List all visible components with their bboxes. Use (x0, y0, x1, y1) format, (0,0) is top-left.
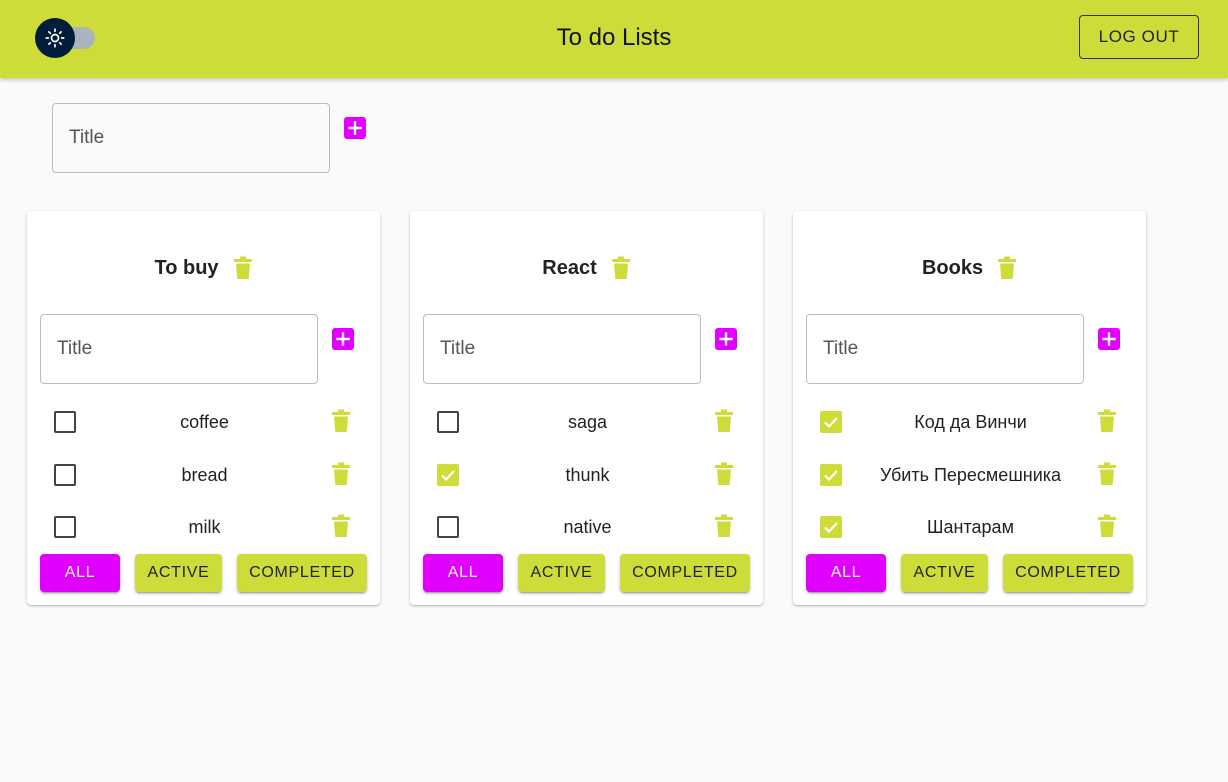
new-task-title-input[interactable] (41, 315, 317, 383)
delete-task-trash-icon[interactable] (714, 462, 734, 491)
delete-task-trash-icon[interactable] (1097, 514, 1117, 543)
card-header: Books (793, 253, 1146, 283)
plus-icon (348, 121, 362, 135)
task-label[interactable]: Убить Пересмешника (863, 465, 1078, 486)
task-row: native (410, 507, 763, 547)
task-row: saga (410, 402, 763, 442)
todo-list-card: Books Код да Винчи Убить Пересмешника Шанта… (793, 211, 1146, 605)
filter-bar: ALL ACTIVE COMPLETED (40, 554, 370, 592)
new-task-title-field[interactable] (806, 314, 1084, 384)
task-row: bread (27, 455, 380, 495)
task-label[interactable]: milk (97, 517, 312, 538)
todo-list-card: React saga thunk native ALL ACTIVE COMPLETED (410, 211, 763, 605)
task-row: Убить Пересмешника (793, 455, 1146, 495)
filter-completed-button[interactable]: COMPLETED (1003, 554, 1133, 592)
filter-completed-button[interactable]: COMPLETED (620, 554, 750, 592)
task-row: Шантарам (793, 507, 1146, 547)
delete-list-trash-icon[interactable] (611, 256, 631, 280)
task-checkbox[interactable] (820, 464, 842, 486)
list-title[interactable]: Books (922, 257, 983, 280)
delete-task-trash-icon[interactable] (331, 462, 351, 491)
card-header: React (410, 253, 763, 283)
filter-completed-button[interactable]: COMPLETED (237, 554, 367, 592)
task-checkbox[interactable] (54, 411, 76, 433)
page-title: To do Lists (556, 24, 672, 51)
task-checkbox[interactable] (437, 464, 459, 486)
app-bar: To do Lists LOG OUT (0, 0, 1228, 78)
task-row: thunk (410, 455, 763, 495)
checkmark-icon (824, 470, 838, 482)
checkmark-icon (441, 470, 455, 482)
plus-icon (336, 332, 350, 346)
task-label[interactable]: Шантарам (863, 517, 1078, 538)
task-row: coffee (27, 402, 380, 442)
task-checkbox[interactable] (54, 464, 76, 486)
add-list-button[interactable] (344, 117, 366, 139)
task-label[interactable]: thunk (480, 465, 695, 486)
filter-all-button[interactable]: ALL (40, 554, 120, 592)
delete-task-trash-icon[interactable] (331, 514, 351, 543)
new-list-title-input[interactable] (53, 104, 329, 172)
filter-all-button[interactable]: ALL (423, 554, 503, 592)
delete-task-trash-icon[interactable] (714, 409, 734, 438)
task-row: milk (27, 507, 380, 547)
new-task-title-field[interactable] (423, 314, 701, 384)
logout-button[interactable]: LOG OUT (1079, 15, 1199, 59)
filter-active-button[interactable]: ACTIVE (135, 554, 222, 592)
delete-list-trash-icon[interactable] (233, 256, 253, 280)
delete-task-trash-icon[interactable] (1097, 462, 1117, 491)
filter-bar: ALL ACTIVE COMPLETED (423, 554, 753, 592)
plus-icon (1102, 332, 1116, 346)
list-title[interactable]: To buy (154, 257, 218, 280)
task-row: Код да Винчи (793, 402, 1146, 442)
new-task-title-input[interactable] (424, 315, 700, 383)
delete-list-trash-icon[interactable] (997, 256, 1017, 280)
new-task-title-field[interactable] (40, 314, 318, 384)
new-task-title-input[interactable] (807, 315, 1083, 383)
filter-all-button[interactable]: ALL (806, 554, 886, 592)
add-task-button[interactable] (715, 328, 737, 350)
task-label[interactable]: saga (480, 412, 695, 433)
task-label[interactable]: bread (97, 465, 312, 486)
add-task-button[interactable] (332, 328, 354, 350)
delete-task-trash-icon[interactable] (331, 409, 351, 438)
task-checkbox[interactable] (820, 411, 842, 433)
filter-bar: ALL ACTIVE COMPLETED (806, 554, 1136, 592)
task-checkbox[interactable] (820, 516, 842, 538)
checkmark-icon (824, 417, 838, 429)
task-label[interactable]: Код да Винчи (863, 412, 1078, 433)
list-title[interactable]: React (542, 257, 596, 280)
card-header: To buy (27, 253, 380, 283)
plus-icon (719, 332, 733, 346)
add-task-button[interactable] (1098, 328, 1120, 350)
delete-task-trash-icon[interactable] (714, 514, 734, 543)
filter-active-button[interactable]: ACTIVE (518, 554, 605, 592)
delete-task-trash-icon[interactable] (1097, 409, 1117, 438)
checkmark-icon (824, 522, 838, 534)
todo-list-card: To buy coffee bread milk ALL ACTIVE COMPLETED (27, 211, 380, 605)
task-checkbox[interactable] (437, 411, 459, 433)
filter-active-button[interactable]: ACTIVE (901, 554, 988, 592)
task-checkbox[interactable] (54, 516, 76, 538)
task-label[interactable]: native (480, 517, 695, 538)
task-checkbox[interactable] (437, 516, 459, 538)
task-label[interactable]: coffee (97, 412, 312, 433)
new-list-title-field[interactable] (52, 103, 330, 173)
